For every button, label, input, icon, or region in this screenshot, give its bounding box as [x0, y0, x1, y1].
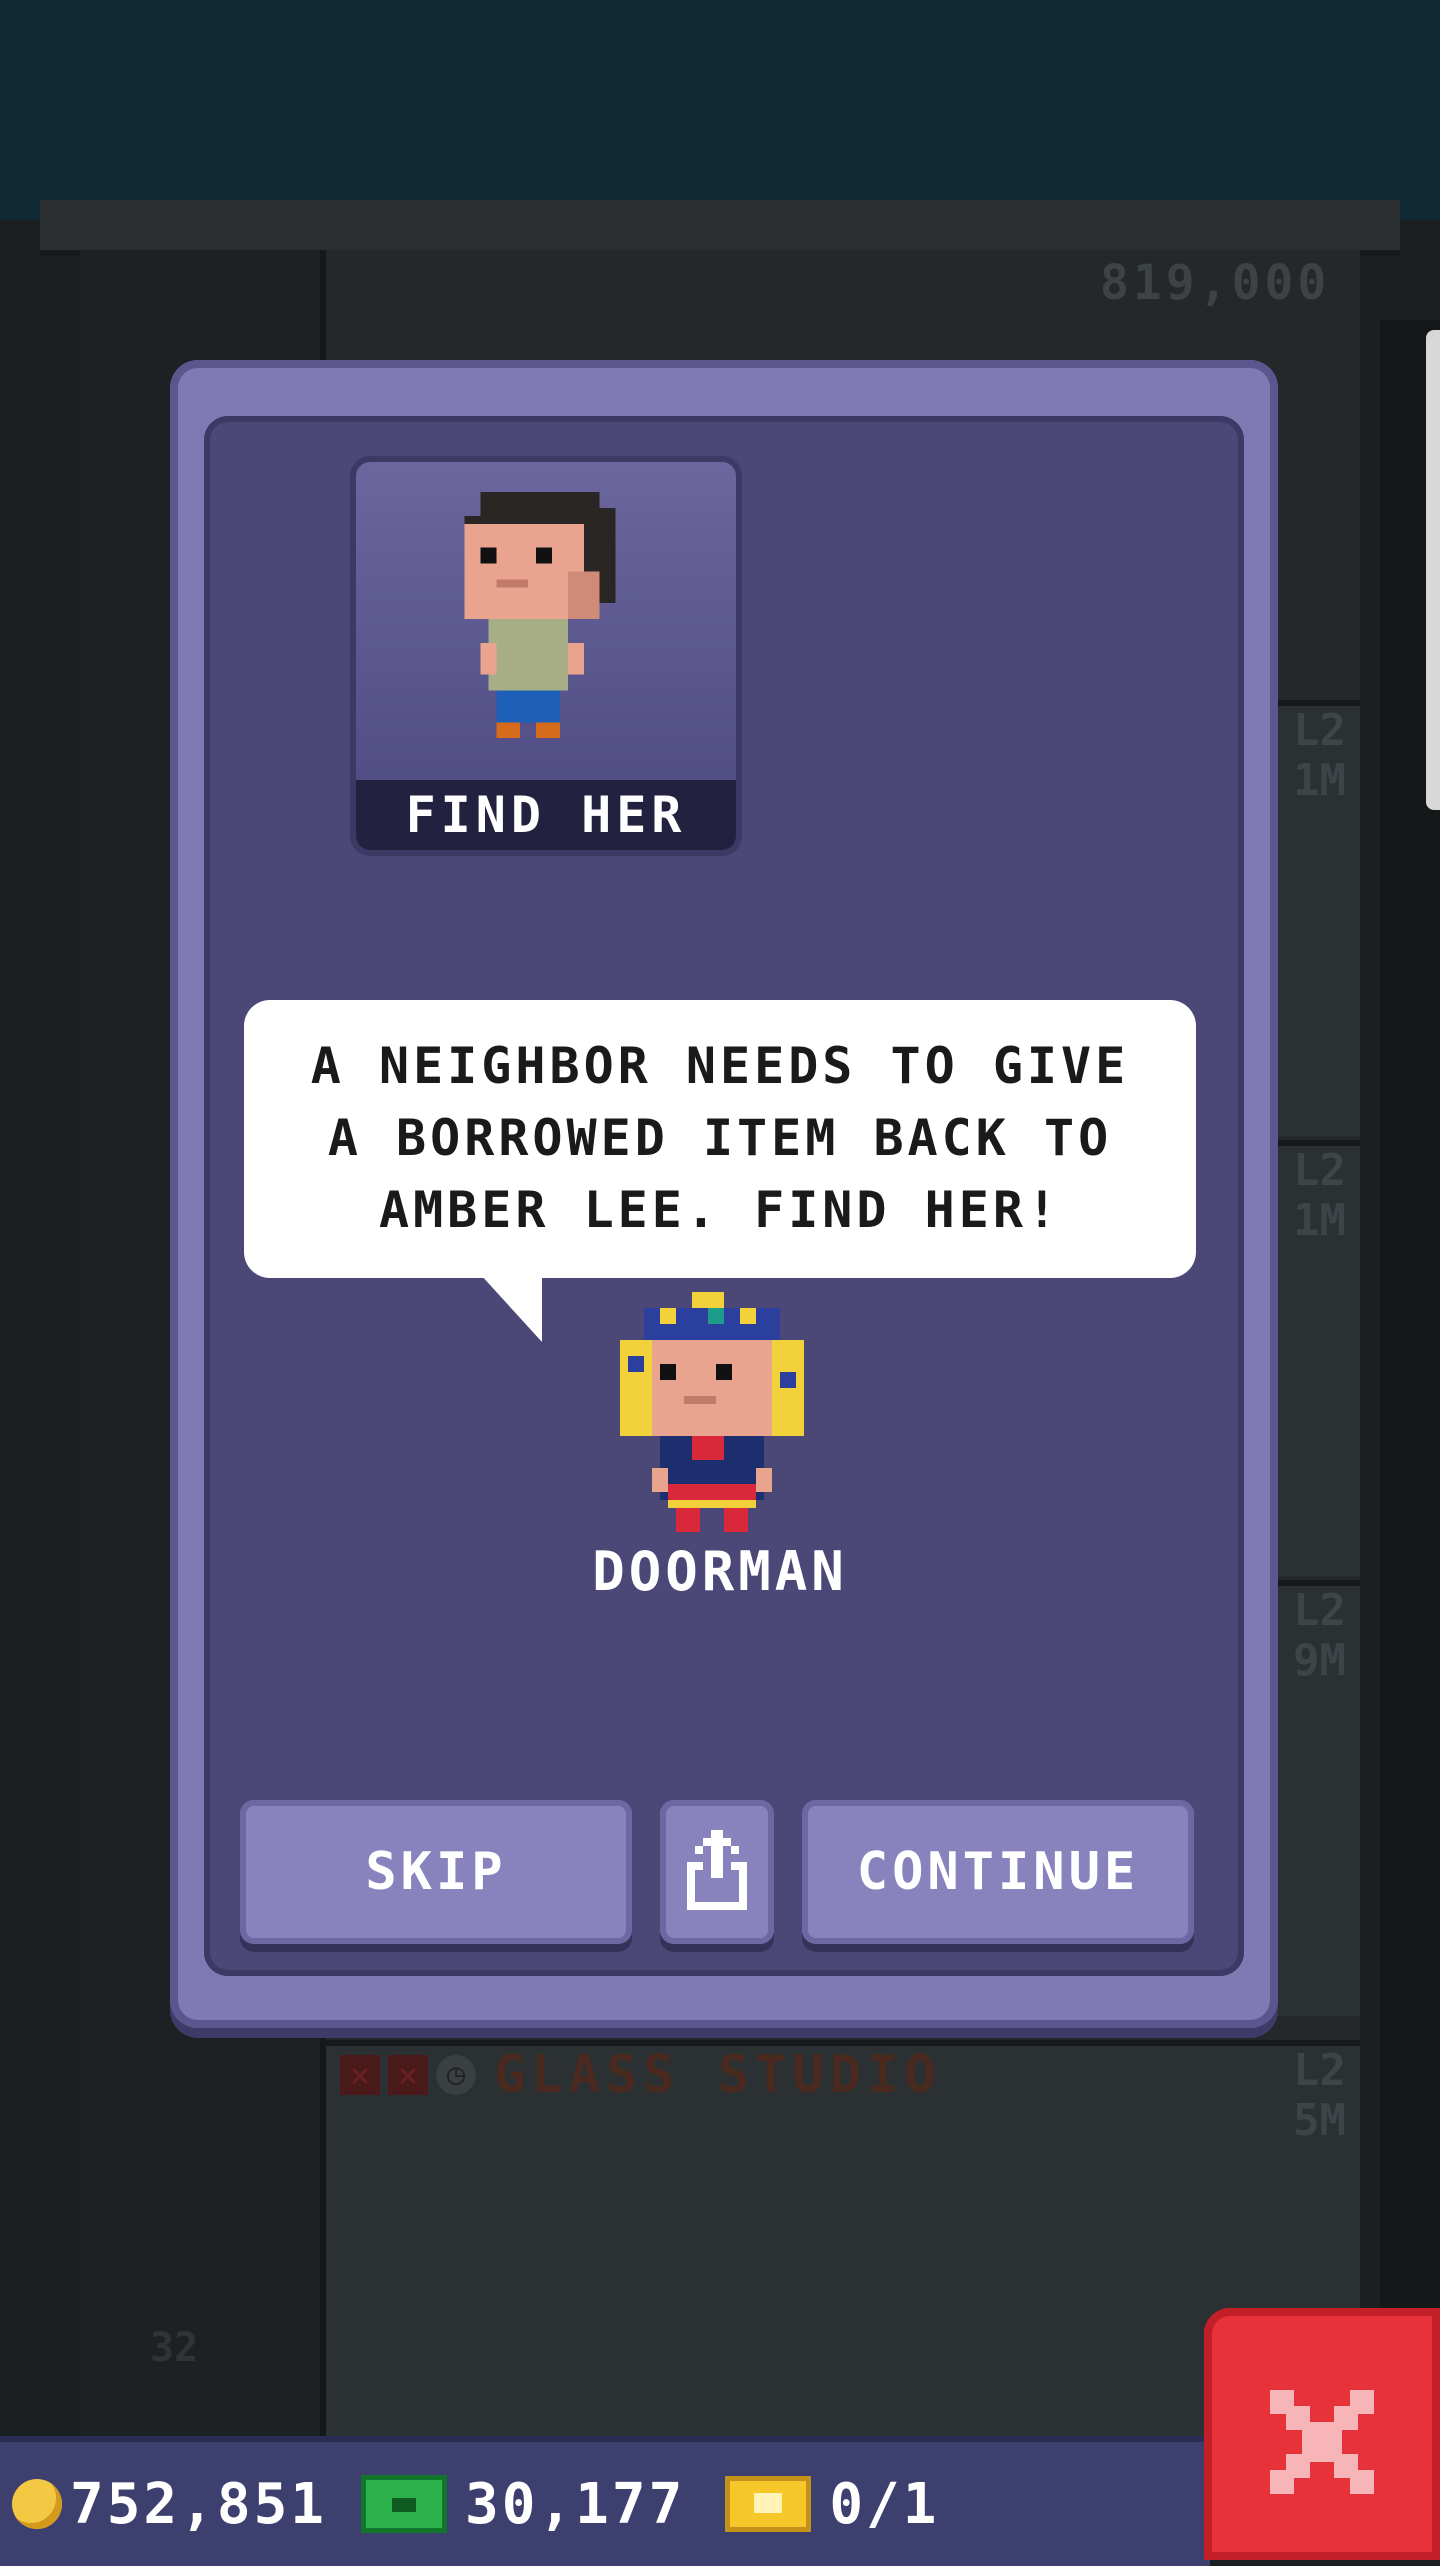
close-icon [1270, 2390, 1374, 2494]
side-tab[interactable] [1426, 330, 1440, 810]
clock-icon: ◷ [436, 2055, 476, 2095]
floor-tag: L2 9M [1293, 1585, 1346, 1686]
floor-tag: L2 1M [1293, 1145, 1346, 1246]
share-button[interactable] [660, 1800, 774, 1944]
bitizen-portrait: FIND HER [350, 456, 742, 856]
speech-bubble: A NEIGHBOR NEEDS TO GIVE A BORROWED ITEM… [244, 1000, 1196, 1278]
tickets-value: 0/1 [829, 2471, 940, 2537]
bux-value: 30,177 [465, 2471, 686, 2537]
golden-ticket-icon [725, 2476, 812, 2532]
close-button[interactable] [1204, 2308, 1440, 2560]
speech-text: A NEIGHBOR NEEDS TO GIVE A BORROWED ITEM… [310, 1037, 1130, 1239]
bux-icon [361, 2475, 448, 2533]
coins-counter[interactable]: 752,851 [0, 2472, 327, 2537]
studio-header: ✕ ✕ ◷ GLASS STUDIO [340, 2045, 942, 2105]
coin-icon [12, 2479, 62, 2529]
sky [0, 0, 1440, 220]
amber-lee-sprite [464, 492, 616, 739]
speaker-name: DOORMAN [592, 1540, 848, 1603]
resource-bar: 752,851 30,177 0/1 [0, 2436, 1210, 2566]
portrait-label: FIND HER [356, 780, 736, 850]
missing-item-icon: ✕ [388, 2055, 428, 2095]
roof [40, 200, 1400, 256]
speech-bubble-tail [480, 1274, 542, 1342]
coins-value: 752,851 [70, 2471, 328, 2537]
floor-number: 32 [150, 2325, 199, 2371]
floor-price: 819,000 [1100, 255, 1331, 311]
skip-button[interactable]: SKIP [240, 1800, 632, 1944]
doorman-sprite [620, 1292, 804, 1532]
studio-name: GLASS STUDIO [494, 2045, 942, 2105]
missing-item-icon: ✕ [340, 2055, 380, 2095]
share-icon [687, 1830, 747, 1910]
floor-tag: L2 5M [1293, 2045, 1346, 2146]
continue-label: CONTINUE [856, 1842, 1140, 1902]
floor-tag: L2 1M [1293, 705, 1346, 806]
bux-counter[interactable]: 30,177 [327, 2472, 685, 2537]
tickets-counter[interactable]: 0/1 [685, 2472, 939, 2537]
continue-button[interactable]: CONTINUE [802, 1800, 1194, 1944]
skip-label: SKIP [365, 1842, 507, 1902]
